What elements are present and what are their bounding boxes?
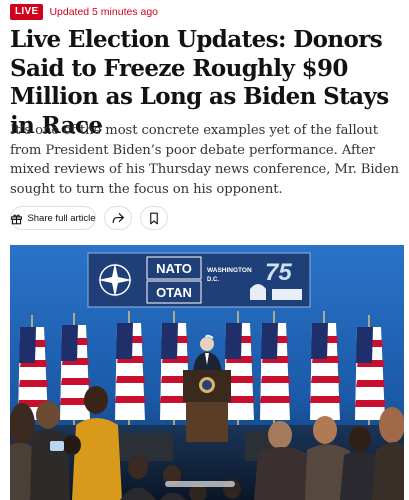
banner-nato-text: NATO — [156, 261, 192, 276]
summit-banner: NATO OTAN WASHINGTON D.C. 75 — [87, 252, 311, 308]
banner-city-text: WASHINGTON — [207, 267, 252, 274]
banner-dc-text: D.C. — [207, 277, 219, 283]
live-badge: LIVE — [10, 4, 44, 20]
save-button[interactable] — [140, 206, 168, 230]
share-full-article-button[interactable]: Share full article — [10, 206, 96, 230]
bookmark-icon — [148, 212, 160, 225]
share-button-label: Share full article — [27, 212, 96, 224]
article-summary: It’s one of the most concrete examples y… — [10, 123, 399, 197]
article-actions: Share full article — [10, 206, 168, 230]
gift-icon — [10, 212, 23, 225]
updated-timestamp: Updated 5 minutes ago — [49, 6, 159, 18]
live-status-row: LIVE Updated 5 minutes ago — [10, 4, 158, 20]
article-lead-photo[interactable]: NATO OTAN WASHINGTON D.C. 75 — [10, 245, 404, 500]
banner-75-text: 75 — [265, 259, 292, 286]
share-button[interactable] — [104, 206, 132, 230]
share-arrow-icon — [111, 211, 125, 225]
banner-otan-text: OTAN — [156, 285, 192, 300]
